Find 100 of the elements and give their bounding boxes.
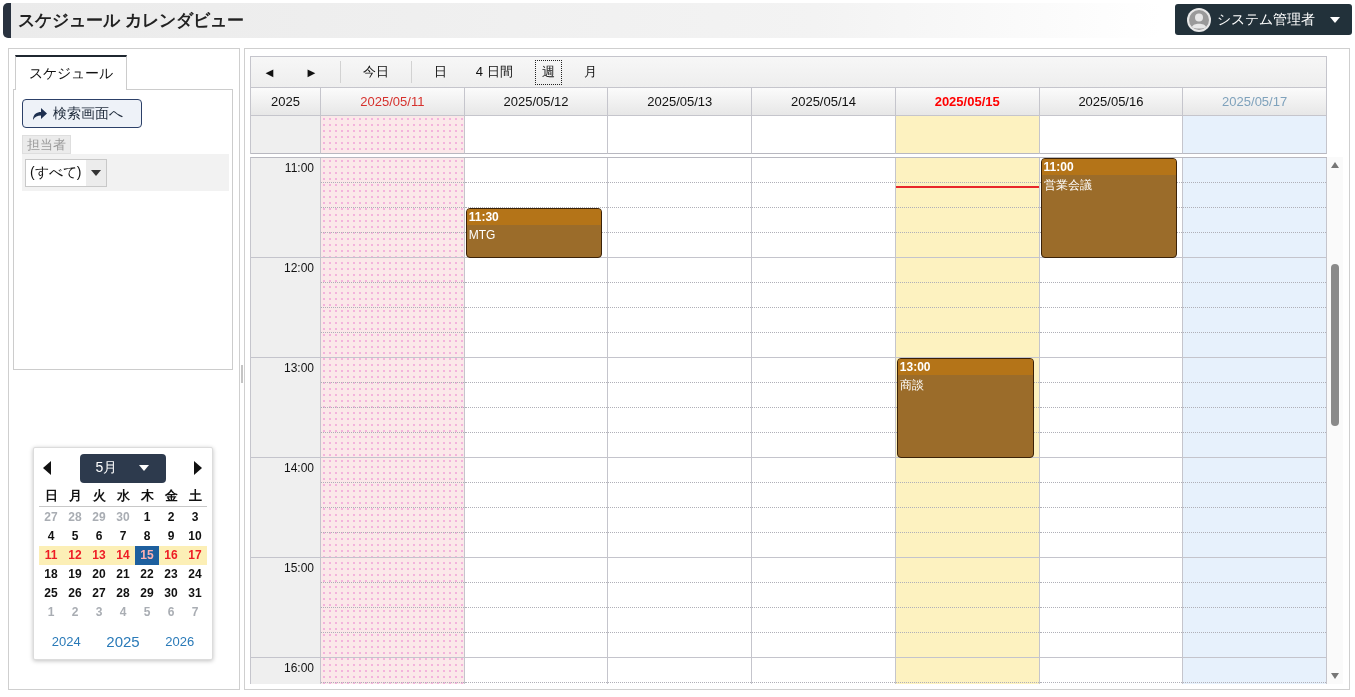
calendar-day[interactable]: 2 <box>159 508 183 527</box>
calendar-day[interactable]: 6 <box>87 527 111 546</box>
event-time: 11:30 <box>466 209 602 225</box>
calendar-day[interactable]: 27 <box>87 584 111 603</box>
calendar-day[interactable]: 21 <box>111 565 135 584</box>
calendar-day[interactable]: 14 <box>111 546 135 565</box>
calendar-day[interactable]: 10 <box>183 527 207 546</box>
caret-icon <box>139 465 150 471</box>
day-column[interactable]: 11:30 MTG <box>464 158 609 684</box>
calendar-day[interactable]: 31 <box>183 584 207 603</box>
user-menu-button[interactable]: システム管理者 <box>1175 4 1352 35</box>
view-tab[interactable]: 月 <box>576 59 604 85</box>
page-title: スケジュール カレンダビュー <box>18 10 244 32</box>
event-title: MTG <box>467 227 497 242</box>
year-link[interactable]: 2026 <box>162 632 198 651</box>
view-tab[interactable]: 週 <box>534 59 562 85</box>
time-label: 13:00 <box>283 361 314 375</box>
next-button[interactable]: ► <box>297 59 325 85</box>
calendar-day[interactable]: 3 <box>183 508 207 527</box>
weekday-label: 火 <box>91 487 107 504</box>
scroll-down-icon[interactable] <box>1331 673 1339 679</box>
calendar-day[interactable]: 20 <box>87 565 111 584</box>
weekday-label: 水 <box>115 487 131 504</box>
scrollbar-thumb[interactable] <box>1331 264 1339 426</box>
date-header[interactable]: 2025/05/14 <box>752 88 896 116</box>
calendar-day[interactable]: 30 <box>159 584 183 603</box>
time-label: 16:00 <box>283 661 314 675</box>
view-tab[interactable]: 4 日間 <box>468 59 520 85</box>
calendar-day[interactable]: 23 <box>159 565 183 584</box>
time-label: 14:00 <box>283 461 314 475</box>
calendar-day[interactable]: 24 <box>183 565 207 584</box>
prev-month-button[interactable] <box>41 459 53 477</box>
calendar-day[interactable]: 9 <box>159 527 183 546</box>
event-card[interactable]: 13:00 商談 <box>896 358 1034 458</box>
triangle-left-icon <box>43 461 51 475</box>
year-link[interactable]: 2025 <box>103 631 143 652</box>
calendar-day[interactable]: 4 <box>39 527 63 546</box>
calendar-day[interactable]: 12 <box>63 546 87 565</box>
tab[interactable]: スケジュール <box>15 55 127 90</box>
weekday-label: 月 <box>67 487 83 504</box>
calendar-day[interactable]: 17 <box>183 546 207 565</box>
weekday-label: 土 <box>187 487 203 504</box>
day-column[interactable]: 13:00 商談 <box>895 158 1040 684</box>
calendar-day[interactable]: 7 <box>111 527 135 546</box>
calendar-day[interactable]: 15 <box>135 546 159 565</box>
time-label: 12:00 <box>283 261 314 275</box>
field-label: 担当者 <box>22 135 71 154</box>
splitter-handle[interactable] <box>241 365 243 383</box>
scroll-up-icon[interactable] <box>1331 162 1339 168</box>
event-card[interactable]: 11:00 営業会議 <box>1040 158 1178 258</box>
calendar-day[interactable]: 13 <box>87 546 111 565</box>
year-link[interactable]: 2024 <box>48 632 84 651</box>
day-column[interactable] <box>321 158 465 684</box>
scrollbar-track[interactable] <box>1327 157 1343 684</box>
assignee-select[interactable]: (すべて) <box>25 159 107 187</box>
time-label: 11:00 <box>284 161 314 175</box>
day-column[interactable] <box>608 158 753 684</box>
calendar-day[interactable]: 18 <box>39 565 63 584</box>
weekday-label: 日 <box>43 487 59 504</box>
event-title: 営業会議 <box>1042 177 1093 192</box>
calendar-day[interactable]: 1 <box>135 508 159 527</box>
date-header[interactable]: 2025/05/11 <box>321 88 465 116</box>
date-header[interactable]: 2025/05/15 <box>895 88 1040 116</box>
all-day-cell[interactable] <box>1039 116 1184 154</box>
calendar-day[interactable]: 16 <box>159 546 183 565</box>
event-time: 13:00 <box>897 359 1033 375</box>
all-day-cell[interactable] <box>464 116 609 154</box>
forward-arrow-icon <box>33 107 47 120</box>
day-column[interactable]: 11:00 営業会議 <box>1039 158 1184 684</box>
today-button[interactable]: 今日 <box>355 59 396 85</box>
caret-icon <box>91 170 101 176</box>
triangle-right-icon <box>194 461 202 475</box>
calendar-day[interactable]: 25 <box>39 584 63 603</box>
calendar-day[interactable]: 29 <box>135 584 159 603</box>
view-tab[interactable]: 日 <box>426 59 454 85</box>
all-day-cell[interactable] <box>752 116 896 154</box>
calendar-day[interactable]: 19 <box>63 565 87 584</box>
month-dropdown[interactable]: 5月 <box>79 453 166 483</box>
calendar-day[interactable]: 28 <box>111 584 135 603</box>
calendar-day[interactable]: 5 <box>63 527 87 546</box>
all-day-cell[interactable] <box>1183 116 1327 154</box>
all-day-cell[interactable] <box>608 116 753 154</box>
event-title: 商談 <box>898 377 925 392</box>
date-header[interactable]: 2025/05/16 <box>1039 88 1184 116</box>
calendar-day[interactable]: 11 <box>39 546 63 565</box>
prev-button[interactable]: ◄ <box>256 59 283 85</box>
weekday-label: 木 <box>139 487 155 504</box>
next-month-button[interactable] <box>192 459 204 477</box>
calendar-day[interactable]: 8 <box>135 527 159 546</box>
all-day-cell[interactable] <box>895 116 1040 154</box>
search-screen-button[interactable]: 検索画面へ <box>22 99 142 128</box>
caret-icon <box>1330 16 1340 23</box>
calendar-day[interactable]: 22 <box>135 565 159 584</box>
year-header: 2025 <box>251 88 321 116</box>
date-header[interactable]: 2025/05/13 <box>608 88 753 116</box>
all-day-cell[interactable] <box>321 116 465 154</box>
date-header[interactable]: 2025/05/12 <box>464 88 609 116</box>
event-card[interactable]: 11:30 MTG <box>465 208 603 258</box>
calendar-day[interactable]: 26 <box>63 584 87 603</box>
day-column[interactable] <box>752 158 896 684</box>
